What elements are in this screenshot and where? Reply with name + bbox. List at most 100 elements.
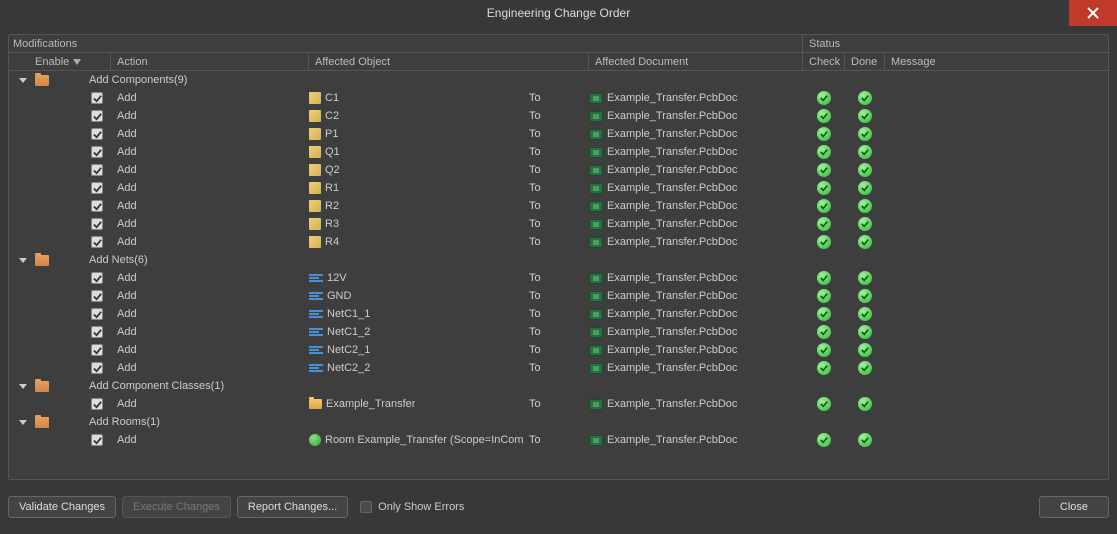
to-text: To <box>529 146 541 158</box>
action-text: Add <box>117 434 137 446</box>
enable-checkbox[interactable] <box>91 398 103 410</box>
collapse-icon[interactable] <box>19 76 27 84</box>
eco-item-row[interactable]: AddQ2ToExample_Transfer.PcbDoc <box>9 161 1108 179</box>
eco-item-row[interactable]: AddExample_TransferToExample_Transfer.Pc… <box>9 395 1108 413</box>
action-text: Add <box>117 146 137 158</box>
group-label: Add Components(9) <box>89 74 187 86</box>
collapse-icon[interactable] <box>19 382 27 390</box>
enable-checkbox[interactable] <box>91 344 103 356</box>
window-close-button[interactable] <box>1069 0 1117 26</box>
col-object-header[interactable]: Affected Object <box>309 53 589 70</box>
pcbdoc-icon <box>589 201 603 212</box>
group-row[interactable]: Add Rooms(1) <box>9 413 1108 431</box>
enable-checkbox[interactable] <box>91 290 103 302</box>
done-status-icon <box>858 343 872 357</box>
group-row[interactable]: Add Nets(6) <box>9 251 1108 269</box>
col-enable-label: Enable <box>35 56 69 68</box>
net-icon <box>309 363 323 373</box>
eco-item-row[interactable]: AddQ1ToExample_Transfer.PcbDoc <box>9 143 1108 161</box>
col-document-header[interactable]: Affected Document <box>589 53 803 70</box>
enable-checkbox[interactable] <box>91 128 103 140</box>
col-check-header[interactable]: Check <box>803 53 845 70</box>
document-text: Example_Transfer.PcbDoc <box>607 218 737 230</box>
eco-item-row[interactable]: AddR3ToExample_Transfer.PcbDoc <box>9 215 1108 233</box>
to-text: To <box>529 200 541 212</box>
eco-item-row[interactable]: AddC1ToExample_Transfer.PcbDoc <box>9 89 1108 107</box>
eco-item-row[interactable]: AddRoom Example_Transfer (Scope=InComToE… <box>9 431 1108 449</box>
eco-item-row[interactable]: AddNetC2_2ToExample_Transfer.PcbDoc <box>9 359 1108 377</box>
enable-checkbox[interactable] <box>91 200 103 212</box>
done-status-icon <box>858 361 872 375</box>
collapse-icon[interactable] <box>19 256 27 264</box>
component-icon <box>309 110 321 122</box>
document-text: Example_Transfer.PcbDoc <box>607 362 737 374</box>
done-status-icon <box>858 433 872 447</box>
enable-checkbox[interactable] <box>91 164 103 176</box>
component-icon <box>309 236 321 248</box>
to-text: To <box>529 218 541 230</box>
enable-checkbox[interactable] <box>91 272 103 284</box>
only-show-errors-text: Only Show Errors <box>378 501 464 513</box>
enable-checkbox[interactable] <box>91 182 103 194</box>
pcbdoc-icon <box>589 129 603 140</box>
document-text: Example_Transfer.PcbDoc <box>607 200 737 212</box>
eco-item-row[interactable]: AddGNDToExample_Transfer.PcbDoc <box>9 287 1108 305</box>
document-text: Example_Transfer.PcbDoc <box>607 308 737 320</box>
group-row[interactable]: Add Component Classes(1) <box>9 377 1108 395</box>
action-text: Add <box>117 164 137 176</box>
eco-item-row[interactable]: AddNetC1_1ToExample_Transfer.PcbDoc <box>9 305 1108 323</box>
enable-checkbox[interactable] <box>91 236 103 248</box>
check-status-icon <box>817 145 831 159</box>
group-label: Add Rooms(1) <box>89 416 160 428</box>
only-show-errors-label[interactable]: Only Show Errors <box>360 501 464 513</box>
pcbdoc-icon <box>589 237 603 248</box>
eco-item-row[interactable]: AddNetC1_2ToExample_Transfer.PcbDoc <box>9 323 1108 341</box>
col-done-header[interactable]: Done <box>845 53 885 70</box>
object-text: GND <box>327 290 351 302</box>
document-text: Example_Transfer.PcbDoc <box>607 326 737 338</box>
col-enable-header[interactable]: Enable <box>9 53 111 70</box>
enable-checkbox[interactable] <box>91 92 103 104</box>
component-icon <box>309 218 321 230</box>
pcbdoc-icon <box>589 219 603 230</box>
eco-item-row[interactable]: AddP1ToExample_Transfer.PcbDoc <box>9 125 1108 143</box>
close-icon <box>1087 7 1099 19</box>
check-status-icon <box>817 433 831 447</box>
eco-item-row[interactable]: AddR4ToExample_Transfer.PcbDoc <box>9 233 1108 251</box>
col-action-header[interactable]: Action <box>111 53 309 70</box>
pcbdoc-icon <box>589 147 603 158</box>
action-text: Add <box>117 128 137 140</box>
action-text: Add <box>117 236 137 248</box>
enable-checkbox[interactable] <box>91 362 103 374</box>
report-changes-button[interactable]: Report Changes... <box>237 496 348 518</box>
done-status-icon <box>858 235 872 249</box>
pcbdoc-icon <box>589 309 603 320</box>
enable-checkbox[interactable] <box>91 110 103 122</box>
component-icon <box>309 128 321 140</box>
eco-item-row[interactable]: AddR2ToExample_Transfer.PcbDoc <box>9 197 1108 215</box>
eco-item-row[interactable]: AddNetC2_1ToExample_Transfer.PcbDoc <box>9 341 1108 359</box>
net-icon <box>309 273 323 283</box>
col-message-header[interactable]: Message <box>885 53 1108 70</box>
close-button[interactable]: Close <box>1039 496 1109 518</box>
check-status-icon <box>817 289 831 303</box>
enable-checkbox[interactable] <box>91 218 103 230</box>
validate-changes-button[interactable]: Validate Changes <box>8 496 116 518</box>
check-status-icon <box>817 199 831 213</box>
enable-checkbox[interactable] <box>91 308 103 320</box>
execute-changes-button[interactable]: Execute Changes <box>122 496 231 518</box>
collapse-icon[interactable] <box>19 418 27 426</box>
enable-checkbox[interactable] <box>91 434 103 446</box>
eco-item-row[interactable]: AddC2ToExample_Transfer.PcbDoc <box>9 107 1108 125</box>
eco-item-row[interactable]: Add12VToExample_Transfer.PcbDoc <box>9 269 1108 287</box>
group-row[interactable]: Add Components(9) <box>9 71 1108 89</box>
enable-checkbox[interactable] <box>91 146 103 158</box>
pcbdoc-icon <box>589 345 603 356</box>
enable-checkbox[interactable] <box>91 326 103 338</box>
only-show-errors-checkbox[interactable] <box>360 501 372 513</box>
pcbdoc-icon <box>589 111 603 122</box>
done-status-icon <box>858 307 872 321</box>
eco-item-row[interactable]: AddR1ToExample_Transfer.PcbDoc <box>9 179 1108 197</box>
grid-body[interactable]: Add Components(9) AddC1ToExample_Transfer… <box>9 71 1108 479</box>
action-text: Add <box>117 182 137 194</box>
